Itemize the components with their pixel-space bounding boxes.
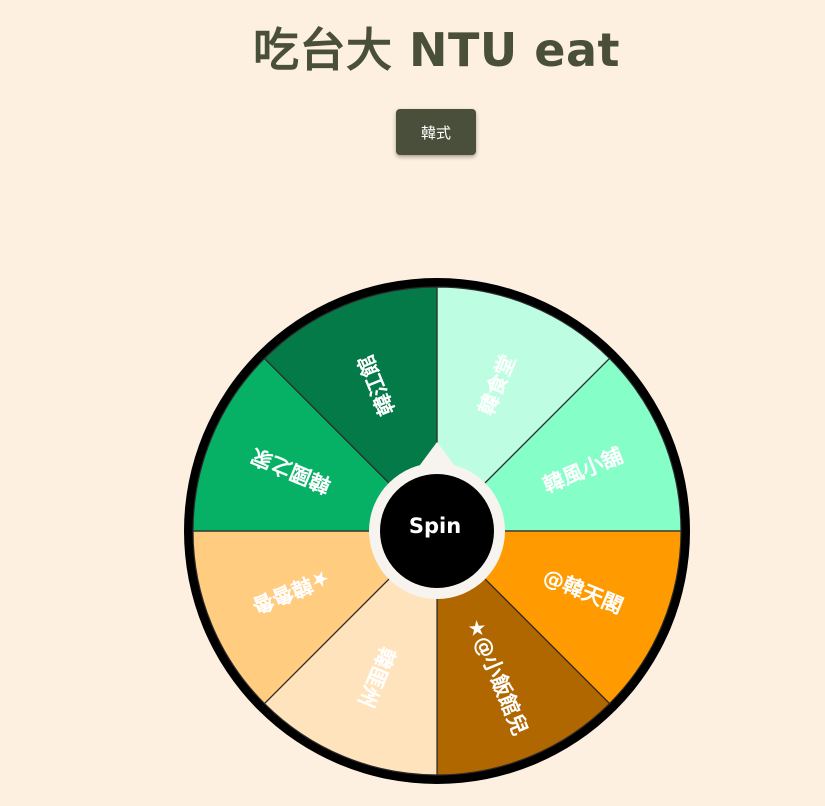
spin-button[interactable] — [369, 465, 501, 597]
page-title: 吃台大 NTU eat — [253, 23, 620, 77]
category-button[interactable]: 韓式 — [396, 109, 476, 155]
